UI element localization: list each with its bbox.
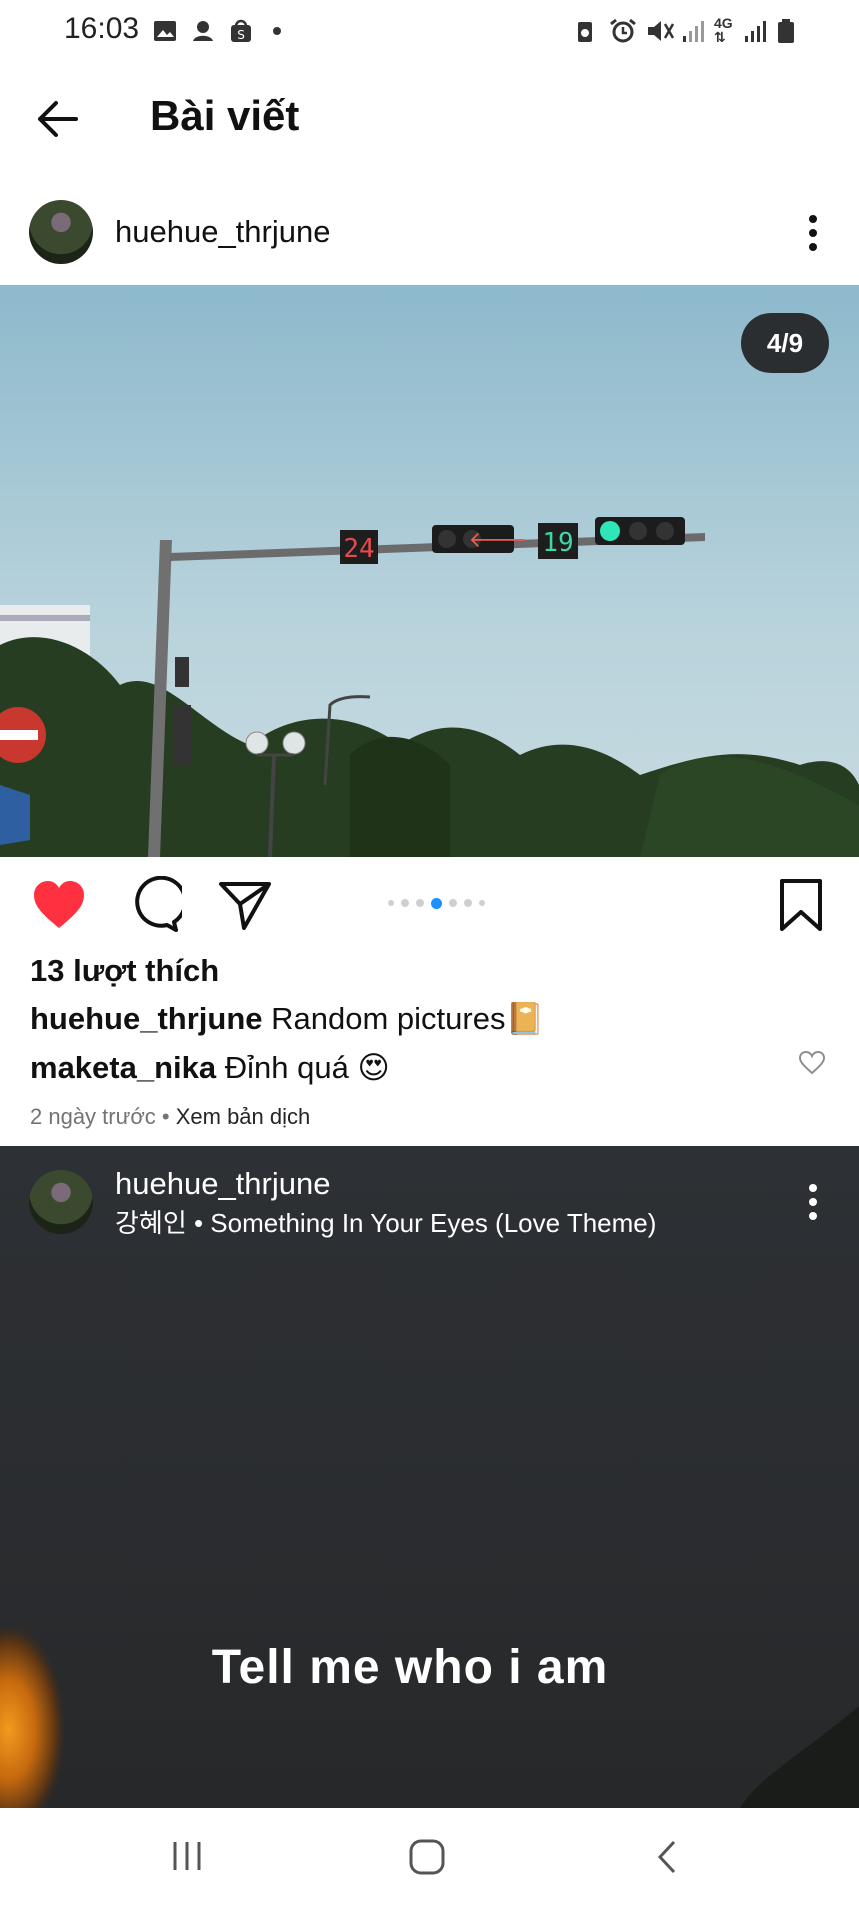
carousel-dot xyxy=(416,899,424,907)
back-arrow-icon[interactable] xyxy=(32,94,82,144)
see-translation-link[interactable]: Xem bản dịch xyxy=(176,1104,311,1129)
app-header xyxy=(0,62,859,186)
recent-apps-icon[interactable] xyxy=(170,1838,204,1874)
post-meta: 2 ngày trước • Xem bản dịch xyxy=(30,1104,310,1130)
countdown-right: 19 xyxy=(542,528,573,558)
post-2-overlay-text: Tell me who i am xyxy=(211,1641,609,1694)
svg-text:🡐: 🡐 xyxy=(469,528,528,553)
status-time: 16:03 xyxy=(64,12,140,45)
signal-2-icon xyxy=(745,21,766,42)
battery-saver-icon xyxy=(578,22,592,42)
post-2-media[interactable] xyxy=(0,1146,859,1808)
meta-separator: • xyxy=(161,1104,170,1129)
more-notifications-dot-icon xyxy=(273,27,281,35)
comment-row: maketa_nika Đỉnh quá 😍 xyxy=(30,1050,390,1086)
caption-username[interactable]: huehue_thrjune xyxy=(30,1001,263,1036)
avatar[interactable] xyxy=(29,200,93,264)
comment-icon[interactable] xyxy=(124,876,182,934)
carousel-dot xyxy=(464,899,472,907)
more-options-icon[interactable] xyxy=(807,1182,819,1222)
carousel-dot xyxy=(388,900,394,906)
comment-text: Đỉnh quá 😍 xyxy=(224,1050,390,1085)
comment-username[interactable]: maketa_nika xyxy=(30,1050,216,1085)
post-caption: huehue_thrjune Random pictures📔 xyxy=(30,1000,544,1037)
comment-like-heart-icon[interactable] xyxy=(798,1050,826,1076)
home-icon[interactable] xyxy=(408,1838,446,1876)
countdown-left: 24 xyxy=(343,534,374,564)
battery-icon xyxy=(778,19,794,43)
post-username[interactable]: huehue_thrjune xyxy=(115,214,330,250)
carousel-dot-active xyxy=(431,897,442,909)
night-photo xyxy=(0,1494,859,1808)
bookmark-icon[interactable] xyxy=(772,876,830,934)
mute-icon xyxy=(648,21,675,41)
alarm-icon xyxy=(610,18,636,43)
avatar[interactable] xyxy=(29,1170,93,1234)
carousel-dot xyxy=(449,899,457,907)
image-counter-badge: 4/9 xyxy=(741,313,829,373)
page-title: Bài viết xyxy=(150,92,300,139)
gallery-icon xyxy=(154,21,176,41)
svg-text:S: S xyxy=(237,28,245,42)
post-time: 2 ngày trước xyxy=(30,1104,156,1129)
likes-count[interactable]: 13 lượt thích xyxy=(30,953,219,989)
network-4g-icon: 4G ⇅ xyxy=(714,15,733,45)
shopping-bag-icon: S xyxy=(231,19,251,42)
post-photo[interactable]: 24 🡐 19 xyxy=(0,285,859,857)
post-2-username[interactable]: huehue_thrjune xyxy=(115,1166,330,1202)
signal-1-icon xyxy=(683,21,704,42)
more-options-icon[interactable] xyxy=(807,213,819,253)
carousel-dot xyxy=(401,899,409,907)
caption-text: Random pictures📔 xyxy=(271,1001,545,1036)
traffic-light-photo: 24 🡐 19 xyxy=(0,285,859,857)
back-icon[interactable] xyxy=(654,1838,680,1876)
share-icon[interactable] xyxy=(216,876,274,934)
app-notification-icon xyxy=(193,21,213,41)
carousel-indicator xyxy=(388,896,485,910)
carousel-dot xyxy=(479,900,485,906)
like-heart-icon[interactable] xyxy=(30,876,88,934)
post-2-song[interactable]: 강혜인 • Something In Your Eyes (Love Theme… xyxy=(115,1203,656,1240)
